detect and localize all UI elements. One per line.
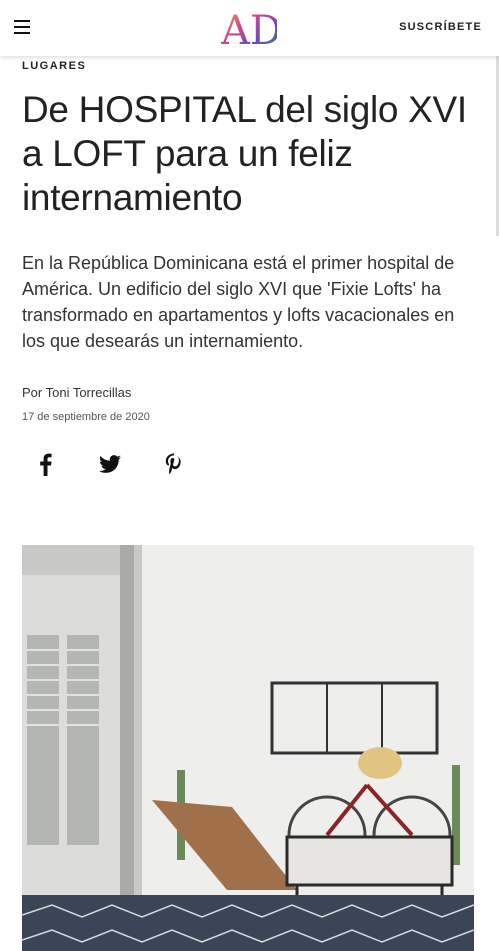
- hero-image: [22, 545, 474, 951]
- pinterest-icon[interactable]: [160, 450, 188, 478]
- twitter-icon[interactable]: [96, 450, 124, 478]
- site-header: AD SUSCRÍBETE: [0, 0, 499, 56]
- svg-text:AD: AD: [221, 8, 277, 49]
- hamburger-menu-icon[interactable]: [14, 20, 30, 34]
- article-dek: En la República Dominicana está el prime…: [22, 253, 455, 351]
- facebook-icon[interactable]: [32, 450, 60, 478]
- ad-logo[interactable]: AD: [221, 7, 277, 49]
- subscribe-button[interactable]: SUSCRÍBETE: [399, 21, 482, 33]
- byline[interactable]: Por Toni Torrecillas: [22, 385, 131, 400]
- publish-date: 17 de septiembre de 2020: [22, 411, 150, 423]
- article-title: De HOSPITAL del siglo XVI a LOFT para un…: [22, 89, 467, 218]
- category-label[interactable]: LUGARES: [22, 60, 86, 72]
